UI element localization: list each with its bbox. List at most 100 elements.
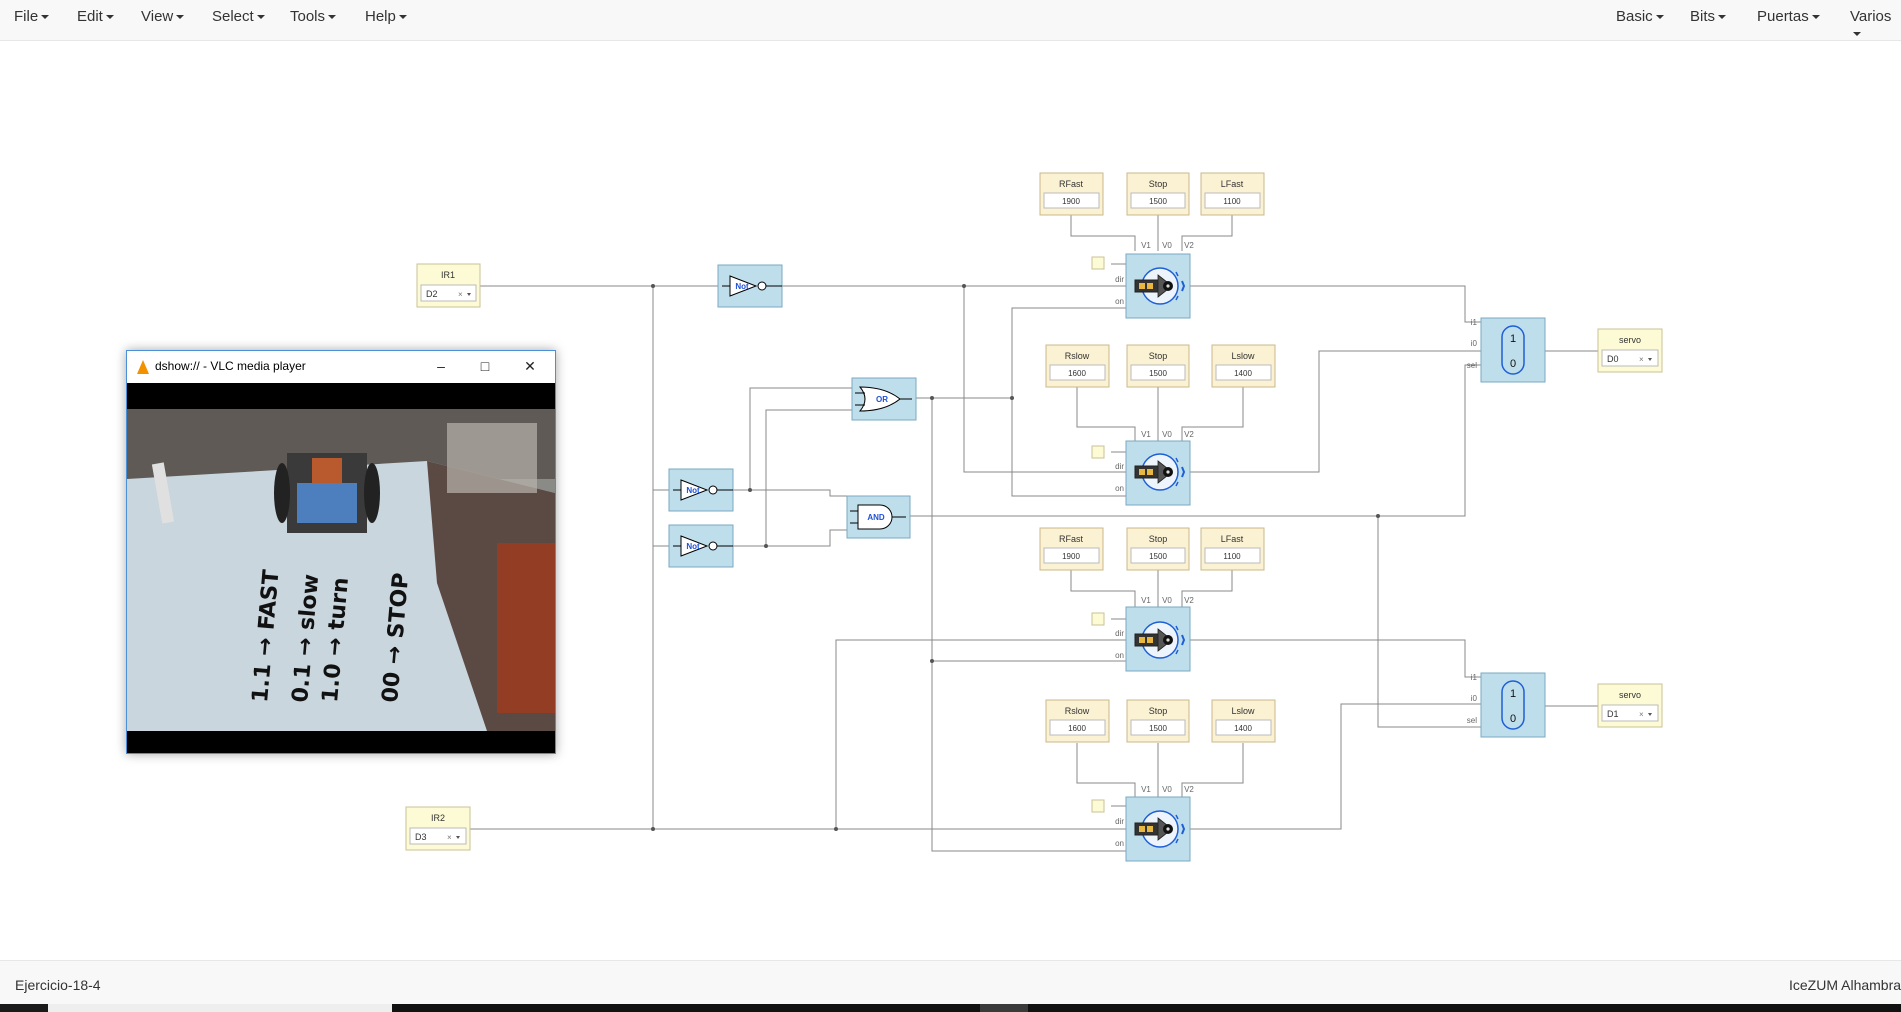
- vlc-window[interactable]: dshow:// - VLC media player ‒ □ ✕ 1.1 → …: [126, 350, 556, 754]
- constant-block-rfast[interactable]: RFast 1900: [1039, 527, 1104, 571]
- toggle-switch[interactable]: [1091, 256, 1105, 270]
- svg-text:V1: V1: [1141, 785, 1151, 794]
- svg-text:V0: V0: [1162, 596, 1172, 605]
- svg-text:on: on: [1115, 651, 1124, 660]
- input-block-ir1[interactable]: IR1 D2 ×: [416, 263, 481, 308]
- svg-text:Lslow: Lslow: [1231, 706, 1255, 716]
- clear-icon[interactable]: ×: [1639, 710, 1644, 719]
- project-name: Ejercicio-18-4: [15, 977, 101, 993]
- mux-block-top[interactable]: 1 0 i1 i0 sel: [1467, 317, 1546, 383]
- close-button[interactable]: ✕: [518, 355, 542, 377]
- svg-text:1400: 1400: [1234, 369, 1252, 378]
- output-block-servo-d1[interactable]: servo D1 ×: [1597, 683, 1663, 728]
- toggle-switch[interactable]: [1091, 799, 1105, 813]
- constant-block-stop[interactable]: Stop 1500: [1126, 527, 1190, 571]
- chevron-down-icon: [105, 15, 114, 20]
- svg-text:i1: i1: [1471, 318, 1478, 327]
- menu-select[interactable]: Select: [212, 8, 265, 25]
- clear-icon[interactable]: ×: [1639, 355, 1644, 364]
- os-taskbar: [0, 1004, 1901, 1012]
- svg-text:i0: i0: [1471, 694, 1478, 703]
- svg-text:dir: dir: [1115, 462, 1124, 471]
- svg-text:V2: V2: [1184, 785, 1194, 794]
- svg-text:1600: 1600: [1068, 724, 1086, 733]
- svg-text:Not: Not: [686, 486, 700, 495]
- svg-text:i1: i1: [1471, 673, 1478, 682]
- menu-help[interactable]: Help: [365, 8, 407, 25]
- constant-block-lslow[interactable]: Lslow 1400: [1211, 344, 1276, 388]
- menu-edit[interactable]: Edit: [77, 8, 114, 25]
- constant-block-stop[interactable]: Stop 1500: [1126, 344, 1190, 388]
- taskbar-segment: [0, 1004, 48, 1012]
- vlc-title-bar[interactable]: dshow:// - VLC media player ‒ □ ✕: [127, 351, 555, 383]
- svg-text:AND: AND: [867, 513, 885, 522]
- svg-text:Rslow: Rslow: [1065, 706, 1090, 716]
- svg-text:1100: 1100: [1223, 197, 1241, 206]
- video-frame[interactable]: 1.1 → FAST 0.1 → slow 1.0 → turn 00 → ST…: [127, 383, 555, 753]
- svg-text:on: on: [1115, 484, 1124, 493]
- constant-block-lfast[interactable]: LFast 1100: [1200, 172, 1265, 216]
- constant-block-stop[interactable]: Stop 1500: [1126, 172, 1190, 216]
- chevron-down-icon: [1655, 15, 1664, 20]
- chevron-down-icon: [256, 15, 265, 20]
- menu-bits[interactable]: Bits: [1690, 8, 1727, 25]
- svg-text:1600: 1600: [1068, 369, 1086, 378]
- servo-controller-block[interactable]: V1 V0 V2 dir on: [1091, 596, 1194, 672]
- constant-block-lslow[interactable]: Lslow 1400: [1211, 699, 1276, 743]
- svg-text:dir: dir: [1115, 275, 1124, 284]
- servo-controller-block[interactable]: V1 V0 V2 dir on: [1091, 785, 1194, 862]
- constant-block-rfast[interactable]: RFast 1900: [1039, 172, 1104, 216]
- chevron-down-icon: [41, 15, 50, 20]
- svg-text:V1: V1: [1141, 596, 1151, 605]
- constant-block-lfast[interactable]: LFast 1100: [1200, 527, 1265, 571]
- svg-text:Stop: Stop: [1149, 351, 1168, 361]
- menu-puertas[interactable]: Puertas: [1757, 8, 1820, 25]
- svg-text:1900: 1900: [1062, 552, 1080, 561]
- and-gate[interactable]: AND: [846, 495, 911, 539]
- menu-basic[interactable]: Basic: [1616, 8, 1664, 25]
- minimize-button[interactable]: ‒: [429, 355, 453, 377]
- or-gate[interactable]: OR: [851, 377, 917, 421]
- svg-text:V0: V0: [1162, 241, 1172, 250]
- whiteboard-handwriting: 1.1 → FAST 0.1 → slow 1.0 → turn 00 → ST…: [248, 569, 414, 704]
- svg-text:Stop: Stop: [1149, 706, 1168, 716]
- clear-icon[interactable]: ×: [447, 833, 452, 842]
- not-gate-middle[interactable]: Not: [668, 468, 734, 512]
- robot-figure: [274, 453, 380, 533]
- servo-controller-block[interactable]: V1 V0 V2 dir on: [1091, 430, 1194, 506]
- menu-view[interactable]: View: [141, 8, 185, 25]
- chevron-down-icon: [398, 15, 407, 20]
- not-gate-bottom[interactable]: Not: [668, 524, 734, 568]
- input-block-ir2[interactable]: IR2 D3 ×: [405, 806, 471, 851]
- servo-controller-block[interactable]: V1 V0 V2 dir on: [1091, 241, 1194, 319]
- svg-text:1500: 1500: [1149, 369, 1167, 378]
- vlc-cone-icon: [137, 360, 149, 374]
- maximize-button[interactable]: □: [473, 355, 497, 377]
- svg-text:1900: 1900: [1062, 197, 1080, 206]
- menu-varios[interactable]: Varios: [1850, 8, 1901, 42]
- svg-text:dir: dir: [1115, 817, 1124, 826]
- svg-text:Stop: Stop: [1149, 179, 1168, 189]
- taskbar-segment: [980, 1004, 1028, 1012]
- toggle-switch[interactable]: [1091, 612, 1105, 626]
- menu-file[interactable]: File: [14, 8, 50, 25]
- constant-block-rslow[interactable]: Rslow 1600: [1045, 699, 1110, 743]
- svg-text:servo: servo: [1619, 690, 1641, 700]
- svg-text:1400: 1400: [1234, 724, 1252, 733]
- svg-text:LFast: LFast: [1221, 179, 1244, 189]
- constant-block-rslow[interactable]: Rslow 1600: [1045, 344, 1110, 388]
- not-gate-top[interactable]: Not: [717, 264, 783, 308]
- svg-text:dir: dir: [1115, 629, 1124, 638]
- svg-text:D1: D1: [1607, 709, 1619, 719]
- output-block-servo-d0[interactable]: servo D0 ×: [1597, 328, 1663, 373]
- svg-text:V1: V1: [1141, 430, 1151, 439]
- menu-tools[interactable]: Tools: [290, 8, 337, 25]
- svg-text:RFast: RFast: [1059, 179, 1084, 189]
- svg-text:Rslow: Rslow: [1065, 351, 1090, 361]
- chevron-down-icon: [1853, 32, 1861, 37]
- toggle-switch[interactable]: [1091, 445, 1105, 459]
- clear-icon[interactable]: ×: [458, 290, 463, 299]
- constant-block-stop[interactable]: Stop 1500: [1126, 699, 1190, 743]
- board-name: IceZUM Alhambra: [1789, 977, 1901, 993]
- svg-text:LFast: LFast: [1221, 534, 1244, 544]
